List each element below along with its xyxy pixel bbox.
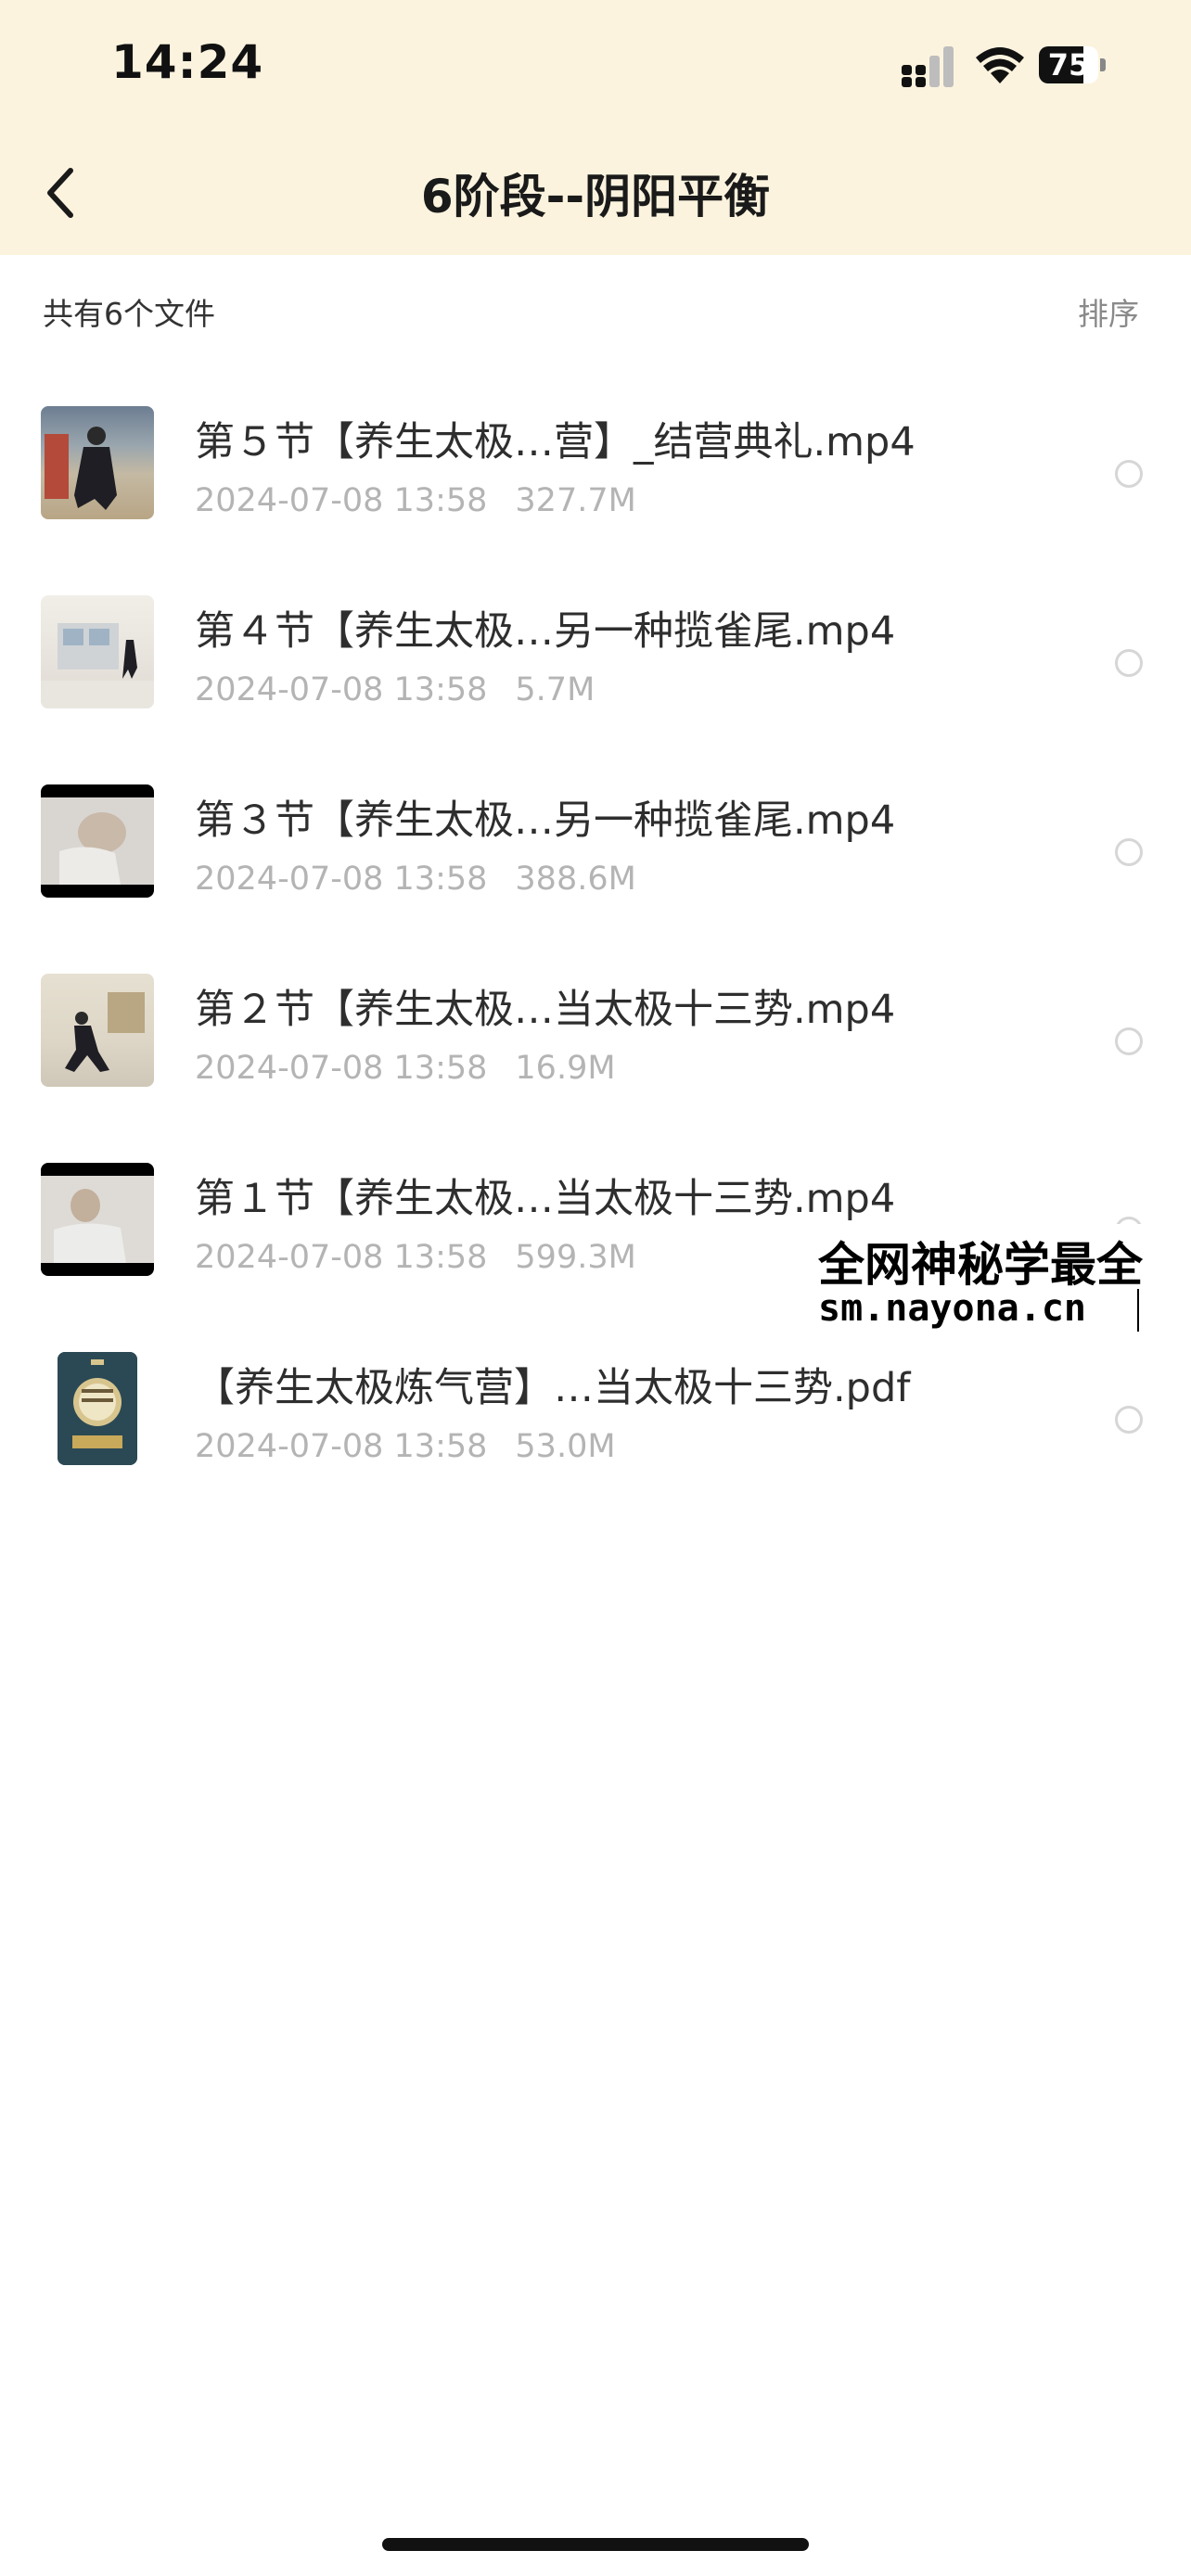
file-size: 388.6M bbox=[515, 861, 636, 898]
watermark-url: sm.nayona.cn bbox=[818, 1287, 1086, 1330]
file-count: 共有6个文件 bbox=[43, 296, 215, 332]
video-thumbnail bbox=[41, 1163, 154, 1276]
file-name: 【养生太极炼气营】…当太极十三势.pdf bbox=[195, 1365, 911, 1411]
file-meta: 2024-07-08 13:58 53.0M bbox=[195, 1428, 616, 1465]
select-radio[interactable] bbox=[1115, 1406, 1143, 1434]
file-date: 2024-07-08 13:58 bbox=[195, 861, 488, 898]
person-figure-icon bbox=[41, 623, 154, 708]
video-thumbnail bbox=[41, 406, 154, 519]
wifi-icon bbox=[976, 47, 1024, 83]
person-figure-icon bbox=[65, 992, 145, 1072]
file-item[interactable]: 第３节【养生太极…另一种揽雀尾.mp4 2024-07-08 13:58 388.… bbox=[0, 760, 1191, 950]
file-size: 599.3M bbox=[515, 1239, 636, 1276]
battery-level: 75 bbox=[1047, 47, 1090, 83]
person-figure-icon bbox=[45, 427, 117, 510]
file-name: 第１节【养生太极…当太极十三势.mp4 bbox=[195, 1176, 896, 1222]
battery-cap bbox=[1100, 58, 1106, 71]
file-date: 2024-07-08 13:58 bbox=[195, 482, 488, 519]
status-time: 14:24 bbox=[111, 35, 264, 89]
file-name: 第３节【养生太极…另一种揽雀尾.mp4 bbox=[195, 797, 896, 844]
watermark-text: 全网神秘学最全 bbox=[818, 1238, 1143, 1292]
book-cover-icon bbox=[58, 1352, 137, 1465]
select-radio[interactable] bbox=[1115, 1027, 1143, 1055]
person-figure-icon bbox=[41, 1176, 154, 1263]
file-name: 第４节【养生太极…另一种揽雀尾.mp4 bbox=[195, 608, 896, 655]
file-meta: 2024-07-08 13:58 599.3M bbox=[195, 1239, 636, 1276]
home-indicator[interactable] bbox=[382, 2538, 809, 2551]
sort-button[interactable]: 排序 bbox=[1078, 289, 1139, 334]
file-meta: 2024-07-08 13:58 327.7M bbox=[195, 482, 636, 519]
file-name: 第５节【养生太极…营】_结营典礼.mp4 bbox=[195, 419, 916, 465]
file-size: 16.9M bbox=[515, 1050, 616, 1087]
cellular-signal-icon bbox=[902, 46, 954, 87]
video-thumbnail bbox=[41, 784, 154, 898]
file-name: 第２节【养生太极…当太极十三势.mp4 bbox=[195, 987, 896, 1033]
file-date: 2024-07-08 13:58 bbox=[195, 1428, 488, 1465]
battery-icon: 75 bbox=[1039, 46, 1106, 83]
file-item[interactable]: 第４节【养生太极…另一种揽雀尾.mp4 2024-07-08 13:58 5.7M bbox=[0, 571, 1191, 760]
video-thumbnail bbox=[41, 595, 154, 708]
select-radio[interactable] bbox=[1115, 838, 1143, 866]
battery-body: 75 bbox=[1039, 46, 1098, 83]
file-meta: 2024-07-08 13:58 5.7M bbox=[195, 671, 595, 708]
file-meta: 2024-07-08 13:58 16.9M bbox=[195, 1050, 616, 1087]
select-radio[interactable] bbox=[1115, 649, 1143, 677]
video-thumbnail bbox=[41, 974, 154, 1087]
file-size: 5.7M bbox=[515, 671, 596, 708]
file-item[interactable]: 第５节【养生太极…营】_结营典礼.mp4 2024-07-08 13:58 327… bbox=[0, 382, 1191, 571]
file-date: 2024-07-08 13:58 bbox=[195, 671, 488, 708]
text-caret bbox=[1137, 1289, 1139, 1332]
file-size: 53.0M bbox=[515, 1428, 616, 1465]
pdf-thumbnail bbox=[58, 1352, 137, 1465]
watermark: 全网神秘学最全 sm.nayona.cn bbox=[816, 1224, 1191, 1335]
select-radio[interactable] bbox=[1115, 460, 1143, 488]
page-title: 6阶段--阴阳平衡 bbox=[420, 170, 771, 223]
file-date: 2024-07-08 13:58 bbox=[195, 1239, 488, 1276]
file-size: 327.7M bbox=[515, 482, 636, 519]
file-date: 2024-07-08 13:58 bbox=[195, 1050, 488, 1087]
file-item[interactable]: 第２节【养生太极…当太极十三势.mp4 2024-07-08 13:58 16.9… bbox=[0, 950, 1191, 1139]
file-item[interactable]: 【养生太极炼气营】…当太极十三势.pdf 2024-07-08 13:58 53.… bbox=[0, 1328, 1191, 1517]
person-figure-icon bbox=[41, 797, 154, 885]
file-meta: 2024-07-08 13:58 388.6M bbox=[195, 861, 636, 898]
